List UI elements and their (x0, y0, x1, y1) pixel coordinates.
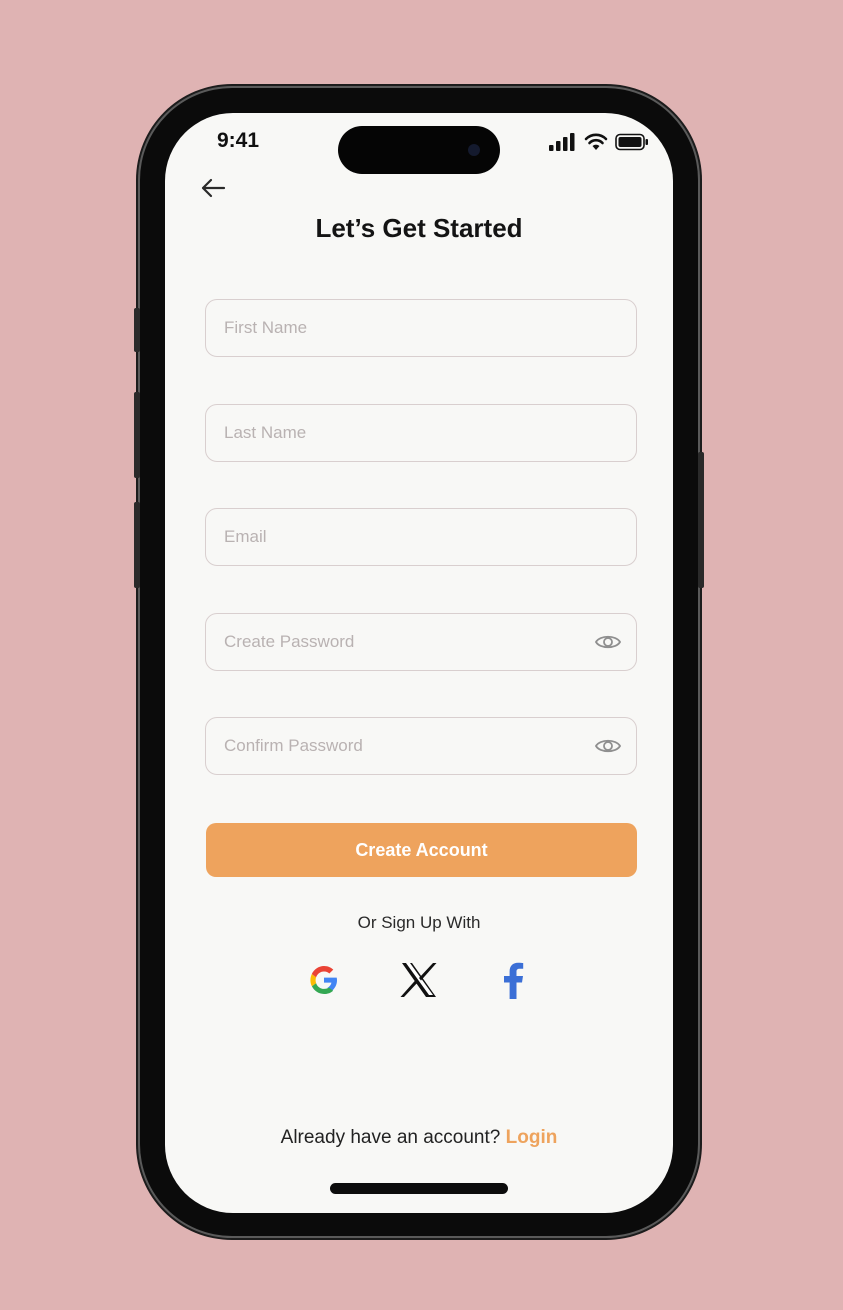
action-button (134, 308, 140, 352)
last-name-field (205, 404, 637, 462)
power-button (698, 452, 704, 588)
google-signup-button[interactable] (302, 958, 346, 1002)
page-title: Let’s Get Started (315, 213, 523, 243)
wifi-icon (584, 133, 608, 150)
google-icon (310, 966, 337, 994)
status-time: 9:41 (217, 129, 260, 152)
first-name-input[interactable] (206, 300, 636, 356)
last-name-input[interactable] (206, 405, 636, 461)
eye-icon[interactable] (594, 735, 622, 757)
social-signup-label: Or Sign Up With (357, 913, 481, 932)
create-password-input[interactable] (206, 614, 636, 670)
login-link[interactable]: Login (506, 1127, 558, 1148)
eye-icon[interactable] (594, 631, 622, 653)
signal-icon (549, 133, 575, 151)
email-field (205, 508, 637, 566)
create-password-field (205, 613, 637, 671)
login-prompt: Already have an account? Login (165, 1127, 673, 1149)
app-screen: 9:41 Let’s Get Started First Name Last N… (165, 113, 673, 1213)
status-icons (549, 133, 649, 151)
first-name-field (205, 299, 637, 357)
battery-icon (615, 133, 648, 151)
camera-icon (468, 144, 480, 156)
login-prompt-text: Already have an account? (280, 1127, 506, 1148)
facebook-signup-button[interactable] (491, 958, 535, 1002)
back-button[interactable] (199, 175, 227, 201)
x-icon (400, 963, 437, 997)
x-signup-button[interactable] (397, 958, 441, 1002)
confirm-password-input[interactable] (206, 718, 636, 774)
create-account-button[interactable]: Create Account (206, 823, 637, 877)
volume-up-button (134, 392, 140, 478)
email-input[interactable] (206, 509, 636, 565)
volume-down-button (134, 502, 140, 588)
arrow-left-icon (201, 178, 226, 198)
facebook-icon (504, 962, 524, 999)
confirm-password-field (205, 717, 637, 775)
home-indicator (330, 1183, 508, 1194)
dynamic-island (338, 126, 500, 174)
